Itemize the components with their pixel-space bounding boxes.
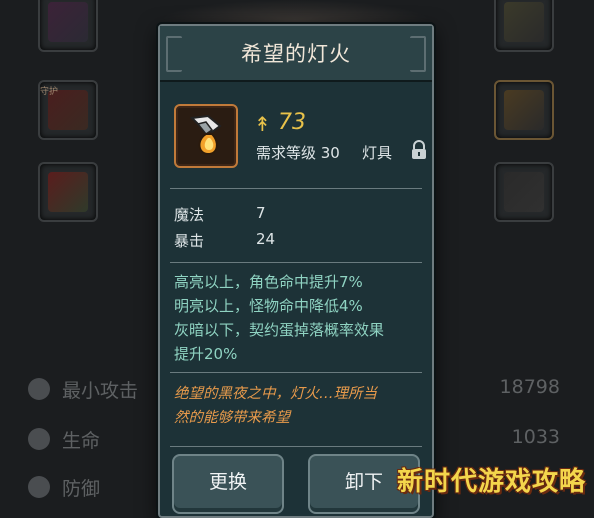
swap-button[interactable]: 更换: [172, 454, 284, 514]
shield-icon: [28, 476, 50, 498]
item-category: 灯具: [362, 144, 393, 162]
effect-line: 明亮以上，怪物命中降低4%: [174, 297, 363, 315]
accessory-icon: [504, 2, 544, 42]
armor-icon: [48, 172, 88, 212]
item-power: 73: [278, 110, 306, 135]
equipment-slot-accessory[interactable]: [494, 0, 554, 52]
lock-icon[interactable]: [410, 140, 428, 160]
sword-icon: [28, 378, 50, 400]
equipment-slot-empty[interactable]: [494, 162, 554, 222]
attribute-name: 暴击: [174, 232, 205, 250]
stat-label: 防御: [62, 478, 101, 500]
attribute-value: 7: [256, 204, 266, 222]
attribute-name: 魔法: [174, 206, 205, 224]
item-detail-popup: 希望的灯火 ↟ 73 需求等级 30 灯具 魔法 7 暴击 24 高亮以上，角色…: [158, 24, 434, 518]
power-icon: ↟: [254, 112, 271, 136]
heart-icon: [28, 428, 50, 450]
boots-icon: [48, 2, 88, 42]
equipment-slot-lamp[interactable]: [494, 80, 554, 140]
effect-line: 提升20%: [174, 345, 238, 363]
level-requirement: 需求等级 30: [256, 144, 340, 162]
stat-value: 18798: [499, 376, 560, 398]
lore-line: 然的能够带来希望: [174, 410, 290, 426]
effect-line: 灰暗以下，契约蛋掉落概率效果: [174, 321, 385, 339]
empty-slot-icon: [504, 172, 544, 212]
watermark: 新时代游戏攻略: [396, 467, 586, 497]
equipment-slot-armor[interactable]: [38, 162, 98, 222]
divider: [170, 446, 422, 447]
stat-value: 1033: [511, 426, 560, 448]
item-icon-frame: [174, 104, 238, 168]
lantern-icon: [189, 114, 222, 156]
equipment-slot-boots[interactable]: [38, 0, 98, 52]
stat-label: 最小攻击: [62, 380, 139, 402]
divider: [170, 372, 422, 373]
lore-line: 绝望的黑夜之中，灯火…理所当: [174, 386, 377, 402]
item-title: 希望的灯火: [241, 42, 351, 66]
stat-label: 生命: [62, 430, 101, 452]
divider: [170, 262, 422, 263]
popup-title-bar: 希望的灯火: [160, 26, 432, 82]
divider: [170, 188, 422, 189]
title-ornament-right: [410, 36, 426, 72]
slot-tag: 守护: [40, 87, 59, 97]
lantern-icon: [504, 90, 544, 130]
effect-line: 高亮以上，角色命中提升7%: [174, 273, 363, 291]
attribute-value: 24: [256, 230, 276, 248]
